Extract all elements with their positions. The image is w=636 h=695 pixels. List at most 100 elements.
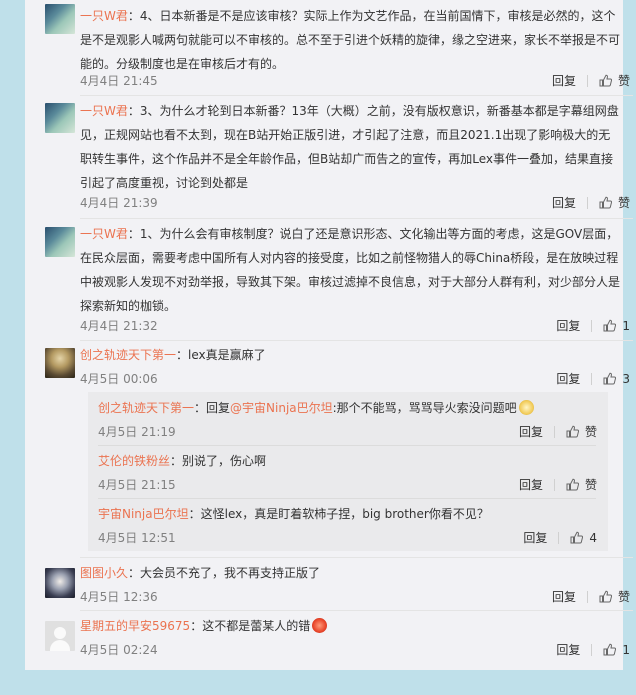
divider [553,478,555,491]
thumbs-up-icon [599,590,612,603]
like-count: 赞 [617,74,630,88]
username-link[interactable]: 一只W君 [80,227,128,241]
divider [558,531,560,544]
reply-text: 宇宙Ninja巴尔坦：这怪lex，真是盯着软柿子捏，big brother你看不… [98,502,489,526]
cat-emoji-icon [518,400,534,415]
timestamp: 4月5日 21:19 [98,425,176,439]
divider [80,218,633,219]
timestamp: 4月4日 21:39 [80,196,158,210]
timestamp: 4月5日 21:15 [98,478,176,492]
reply-button[interactable]: 回复 [552,72,576,89]
avatar[interactable] [45,4,75,34]
like-count: 赞 [584,478,597,492]
comment-text: 一只W君：1、为什么会有审核制度？说白了还是意识形态、文化输出等方面的考虑，这是… [70,222,620,318]
like-button[interactable]: 3 [603,372,630,386]
divider [553,425,555,438]
reply-button[interactable]: 回复 [519,423,543,440]
divider [586,196,588,209]
like-button[interactable]: 赞 [566,476,597,493]
reply-actions: 回复 赞 [519,476,597,493]
angry-face-emoji-icon [312,618,328,633]
comment-actions: 回复 1 [556,317,630,334]
thumbs-up-icon [599,74,612,87]
username-link[interactable]: 图图小久 [80,566,128,580]
like-count: 赞 [617,590,630,604]
comment-body: ：这不都是蕾某人的错 [190,619,311,633]
timestamp: 4月5日 12:51 [98,531,176,545]
comment-item: 图图小久：大会员不充了，我不再支持正版了 4月5日 12:36 回复 赞 [45,561,630,604]
reply-button[interactable]: 回复 [556,370,580,387]
reply-button[interactable]: 回复 [552,194,576,211]
like-button[interactable]: 1 [603,643,630,657]
divider [591,643,593,656]
like-button[interactable]: 1 [603,319,630,333]
timestamp: 4月4日 21:32 [80,319,158,333]
divider [586,74,588,87]
reply-list: 创之轨迹天下第一：回复@宇宙Ninja巴尔坦:那个不能骂，骂骂导火索没问题吧 4… [88,392,608,551]
mention-link[interactable]: @宇宙Ninja巴尔坦 [230,401,333,415]
comment-body: ：3、为什么才轮到日本新番？13年（大概）之前，没有版权意识，新番基本都是字幕组… [80,104,619,190]
username-link[interactable]: 创之轨迹天下第一 [80,348,176,362]
comment-panel: 一只W君：4、日本新番是不是应该审核？实际上作为文艺作品，在当前国情下，审核是必… [25,0,633,670]
avatar[interactable] [45,621,75,651]
comment-text: 一只W君：4、日本新番是不是应该审核？实际上作为文艺作品，在当前国情下，审核是必… [70,4,620,76]
timestamp: 4月5日 12:36 [80,590,158,604]
thumbs-up-icon [603,372,617,385]
like-count: 3 [622,371,630,386]
timestamp: 4月4日 21:45 [80,74,158,88]
comment-actions: 回复 3 [556,370,630,387]
reply-text: 艾伦的铁粉丝：别说了，伤心啊 [98,449,266,473]
username-link[interactable]: 宇宙Ninja巴尔坦 [98,507,189,521]
comment-actions: 回复 1 [556,641,630,658]
comment-text: 创之轨迹天下第一：lex真是赢麻了 [70,343,630,367]
reply-button[interactable]: 回复 [552,588,576,605]
divider [80,610,633,611]
username-link[interactable]: 一只W君 [80,104,128,118]
reply-button[interactable]: 回复 [523,529,547,546]
like-button[interactable]: 4 [570,531,597,545]
divider [98,498,596,499]
thumbs-up-icon [570,531,584,544]
username-link[interactable]: 一只W君 [80,9,128,23]
avatar[interactable] [45,103,75,133]
thumbs-up-icon [603,643,617,656]
comment-body: ：4、日本新番是不是应该审核？实际上作为文艺作品，在当前国情下，审核是必然的，这… [80,9,621,71]
avatar[interactable] [45,227,75,257]
comment-text: 一只W君：3、为什么才轮到日本新番？13年（大概）之前，没有版权意识，新番基本都… [70,99,620,195]
thumbs-up-icon [599,196,612,209]
reply-body: ：这怪lex，真是盯着软柿子捏，big brother你看不见？ [188,507,489,521]
comment-item: 星期五的早安59675：这不都是蕾某人的错 4月5日 02:24 回复 1 [45,614,630,657]
divider [80,340,633,341]
like-button[interactable]: 赞 [566,423,597,440]
reply-actions: 回复 4 [523,529,597,546]
comment-item: 一只W君：3、为什么才轮到日本新番？13年（大概）之前，没有版权意识，新番基本都… [45,99,630,210]
avatar[interactable] [45,568,75,598]
like-count: 1 [622,642,630,657]
username-link[interactable]: 创之轨迹天下第一 [98,401,194,415]
reply-text: 创之轨迹天下第一：回复@宇宙Ninja巴尔坦:那个不能骂，骂骂导火索没问题吧 [98,396,534,420]
reply-body: :那个不能骂，骂骂导火索没问题吧 [332,401,517,415]
thumbs-up-icon [603,319,617,332]
comment-actions: 回复 赞 [552,194,630,211]
reply-button[interactable]: 回复 [556,317,580,334]
avatar[interactable] [45,348,75,378]
timestamp: 4月5日 00:06 [80,372,158,386]
like-count: 赞 [584,425,597,439]
reply-button[interactable]: 回复 [519,476,543,493]
reply-button[interactable]: 回复 [556,641,580,658]
comment-body: ：1、为什么会有审核制度？说白了还是意识形态、文化输出等方面的考虑，这是GOV层… [80,227,621,313]
thumbs-up-icon [566,425,579,438]
username-link[interactable]: 艾伦的铁粉丝 [98,454,170,468]
comment-body: ：大会员不充了，我不再支持正版了 [128,566,321,580]
reply-body: ：别说了，伤心啊 [170,454,267,468]
like-button[interactable]: 赞 [599,72,630,89]
comment-text: 图图小久：大会员不充了，我不再支持正版了 [70,561,630,585]
username-link[interactable]: 星期五的早安59675 [80,619,190,633]
divider [98,445,596,446]
comment-actions: 回复 赞 [552,72,630,89]
like-button[interactable]: 赞 [599,588,630,605]
like-button[interactable]: 赞 [599,194,630,211]
divider [591,372,593,385]
like-count: 1 [622,318,630,333]
comment-item: 创之轨迹天下第一：lex真是赢麻了 4月5日 00:06 回复 3 [45,343,630,386]
